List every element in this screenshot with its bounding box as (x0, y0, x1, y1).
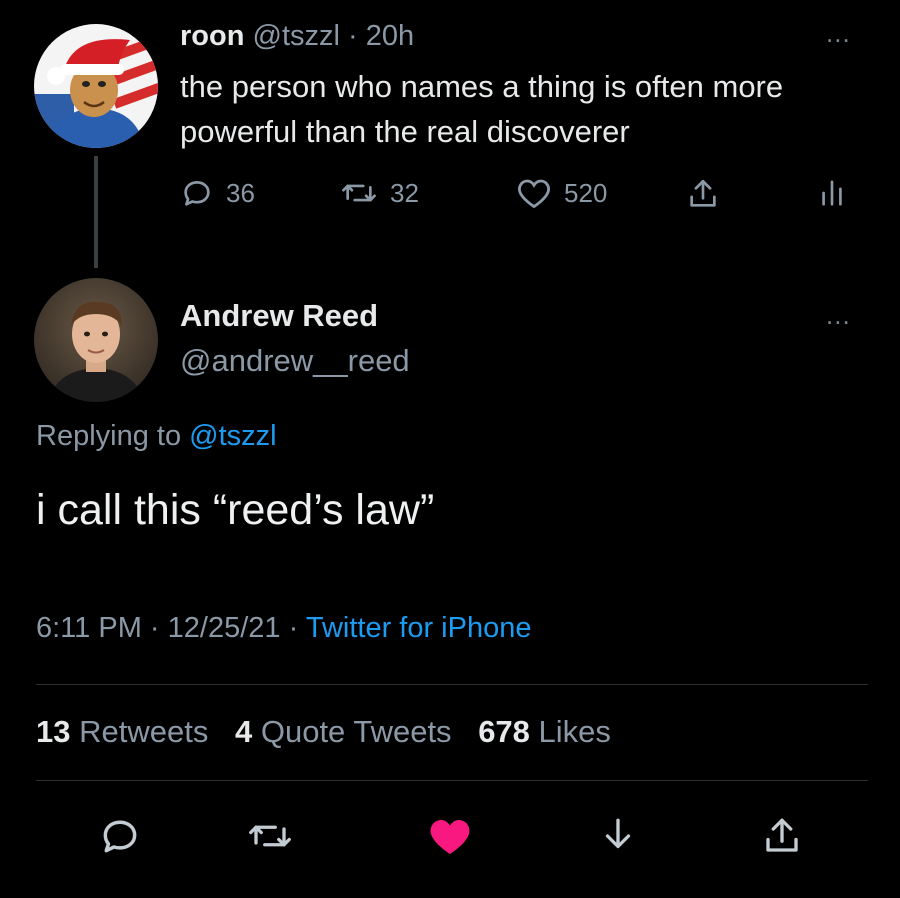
likes-count: 678 (478, 714, 530, 749)
bookmark-action-button[interactable] (594, 812, 642, 860)
tweet-source-link[interactable]: Twitter for iPhone (306, 612, 532, 644)
replying-to-handle-link[interactable]: @tszzl (189, 420, 276, 452)
reply-action-button[interactable] (96, 812, 144, 860)
header-separator: · (348, 20, 358, 52)
retweet-action-button[interactable] (246, 812, 294, 860)
reply-author-name[interactable]: Andrew Reed (180, 298, 378, 334)
reply-more-options-icon[interactable]: ... (826, 300, 851, 331)
share-upload-icon (766, 818, 798, 852)
quotes-label: Quote Tweets (260, 714, 452, 749)
divider (36, 780, 868, 781)
parent-share-button[interactable] (686, 176, 720, 212)
retweet-arrows-icon (249, 825, 291, 847)
divider (36, 684, 868, 685)
retweets-stat[interactable]: 13 Retweets (36, 714, 226, 749)
retweets-label: Retweets (79, 714, 209, 749)
tweet-time[interactable]: 6:11 PM (36, 612, 142, 644)
parent-tweet-header: roon @tszzl · 20h (180, 16, 414, 56)
parent-reply-count: 36 (226, 177, 255, 208)
avatar-andrew-reed[interactable] (34, 278, 158, 402)
speech-bubble-icon (184, 181, 210, 206)
tweet-date[interactable]: 12/25/21 (168, 612, 281, 644)
parent-analytics-button[interactable] (818, 176, 846, 210)
speech-bubble-icon (103, 820, 137, 853)
parent-author-handle[interactable]: @tszzl (253, 20, 340, 52)
thread-connector-line (94, 156, 98, 268)
quotes-count: 4 (234, 714, 253, 749)
likes-stat[interactable]: 678 Likes (478, 714, 629, 749)
retweet-arrows-icon (342, 184, 376, 202)
parent-retweet-button[interactable]: 32 (340, 176, 419, 210)
parent-tweet-time[interactable]: 20h (366, 20, 414, 52)
parent-more-options-icon[interactable]: ... (826, 18, 851, 49)
parent-retweet-count: 32 (390, 177, 419, 208)
heart-icon (430, 820, 470, 854)
parent-like-button[interactable]: 520 (516, 176, 607, 210)
quotes-stat[interactable]: 4 Quote Tweets (235, 714, 470, 749)
avatar-roon[interactable] (34, 24, 158, 148)
parent-tweet-text: the person who names a thing is often mo… (180, 69, 784, 149)
meta-separator: · (288, 612, 299, 644)
retweets-count: 13 (36, 714, 71, 749)
parent-like-count: 520 (564, 177, 608, 208)
download-arrow-icon (605, 818, 631, 849)
replying-to-line: Replying to @tszzl (36, 420, 277, 453)
reply-author-handle[interactable]: @andrew__reed (180, 343, 410, 379)
share-upload-icon (690, 179, 716, 207)
bar-chart-icon (822, 180, 842, 206)
engagement-counts: 13 Retweets 4 Quote Tweets 678 Likes (36, 714, 629, 750)
parent-reply-button[interactable]: 36 (180, 176, 255, 210)
likes-label: Likes (538, 714, 611, 749)
tweet-metadata: 6:11 PM · 12/25/21 · Twitter for iPhone (36, 612, 531, 645)
like-action-button[interactable] (426, 812, 474, 860)
share-action-button[interactable] (758, 812, 806, 860)
parent-author-name[interactable]: roon (180, 20, 244, 52)
meta-separator: · (149, 612, 160, 644)
reply-tweet-text: i call this “reed’s law” (36, 486, 435, 534)
heart-icon (518, 179, 550, 209)
replying-to-label: Replying to (36, 420, 182, 452)
